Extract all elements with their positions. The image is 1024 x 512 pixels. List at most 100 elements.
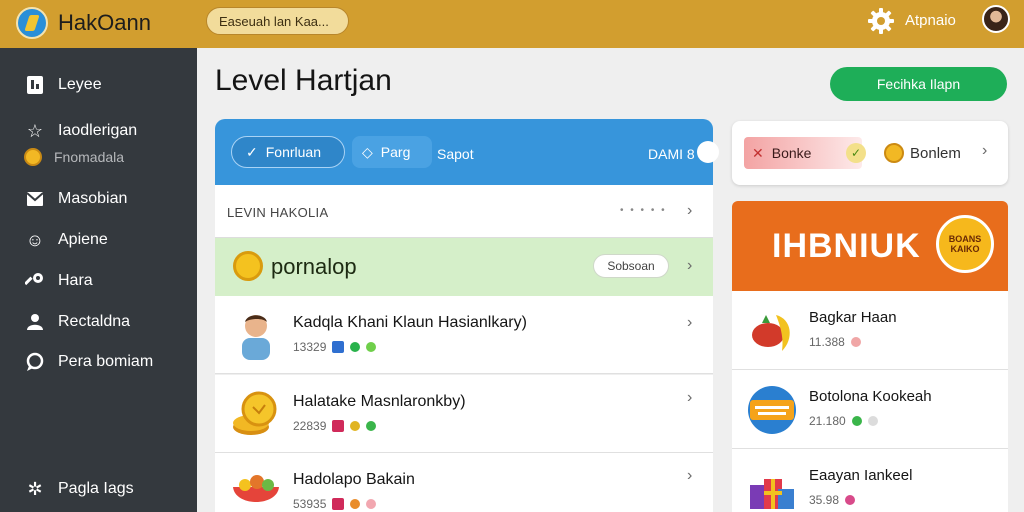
sidebar-item-label: Iaodlerigan [58, 122, 138, 139]
sidebar-item-label: Leyee [58, 76, 102, 93]
sidebar-item-apiene[interactable]: ☺ Apiene [24, 229, 108, 251]
bonus-badge-label: Bonke [771, 145, 812, 161]
list-header-dots: • • • • • [620, 205, 667, 216]
badge-icon [366, 499, 377, 509]
child-avatar-icon [242, 315, 270, 360]
tab-label: Parg [380, 144, 411, 160]
chevron-right-icon[interactable]: › [687, 314, 692, 332]
mail-icon [24, 188, 46, 210]
sidebar-subitem[interactable]: Fnomadala [24, 148, 124, 166]
list-item-title: Halatake Masnlaronkby) [293, 393, 466, 410]
sidebar-item-label: Pera bomiam [58, 353, 154, 370]
list-item-count: 53935 [293, 497, 327, 511]
user-name[interactable]: Atpnaio [905, 12, 956, 29]
badge-icon [366, 421, 377, 431]
sidebar-item-masobian[interactable]: Masobian [24, 188, 127, 210]
list-item-count: 13329 [293, 340, 327, 354]
user-icon [24, 311, 46, 333]
coin-stack-icon [233, 391, 277, 435]
list-item-count: 22839 [293, 419, 327, 433]
tab-label: Fonrluan [265, 144, 321, 160]
sidebar-item-label: Masobian [58, 190, 128, 207]
chevron-right-icon[interactable]: › [687, 467, 692, 485]
tab-sapot[interactable]: Sapot [437, 146, 474, 162]
badge-icon [350, 421, 361, 431]
list-item-meta: 11.388 [809, 335, 861, 349]
bonus-badge[interactable]: ✕ Bonke [744, 137, 862, 169]
banner-badge: BOANS KAIKO [936, 215, 994, 273]
sidebar-item-rectaldna[interactable]: Rectaldna [24, 311, 130, 333]
sidebar-footer-label: Pagla Iags [58, 480, 134, 497]
search-input[interactable]: Easeuah lan Kaa... [206, 7, 349, 35]
list-item-title: Kadqla Khani Klaun Hasianlkary) [293, 314, 527, 331]
badge-icon [350, 342, 361, 352]
tab-parg[interactable]: ◇ Parg [352, 136, 432, 168]
app-logo-icon[interactable] [16, 7, 48, 39]
sidebar-footer-item[interactable]: ✲ Pagla Iags [24, 478, 134, 500]
badge-icon [850, 337, 861, 347]
promo-row[interactable]: pornalop Sobsoan › [215, 238, 713, 296]
list-item[interactable]: Eaayan Iankeel 35.98 [732, 449, 1008, 512]
bonus-card[interactable]: ✕ Bonke ✓ Bonlem › [732, 121, 1008, 185]
list-item-meta: 13329 [293, 340, 377, 354]
primary-button[interactable]: Fecihka Ilapn [830, 67, 1007, 101]
bonus-label: Bonlem [910, 145, 961, 162]
sidebar-subitem-label: Fnomadala [54, 149, 125, 165]
list-item-meta: 22839 [293, 419, 377, 433]
gear-icon[interactable] [866, 6, 896, 36]
sidebar-item-label: Hara [58, 272, 93, 289]
promo-banner[interactable]: IHBNIUK BOANS KAIKO [732, 201, 1008, 291]
toggle-knob[interactable] [697, 141, 719, 163]
sidebar-item-pera-bomiam[interactable]: Pera bomiam [24, 351, 153, 373]
list-item-title: Hadolapo Bakain [293, 471, 415, 488]
food-bowl-icon [233, 475, 279, 502]
list-item-count: 11.388 [809, 335, 845, 349]
avatar[interactable] [982, 5, 1010, 33]
coin-icon [884, 143, 904, 163]
list-item[interactable]: Bagkar Haan 11.388 [732, 291, 1008, 370]
gift-icon: ✕ [752, 144, 764, 161]
list-item-title: Botolona Kookeah [809, 388, 932, 405]
promo-button[interactable]: Sobsoan [593, 254, 669, 278]
chevron-right-icon[interactable]: › [982, 142, 987, 160]
sidebar-item-label: Rectaldna [58, 313, 131, 330]
list-item-title: Eaayan Iankeel [809, 467, 913, 484]
badge-icon [332, 420, 345, 432]
tab-fonrluan[interactable]: ✓ Fonrluan [231, 136, 345, 168]
list-item[interactable]: Kadqla Khani Klaun Hasianlkary) 13329 › [215, 296, 713, 374]
badge-icon [350, 499, 361, 509]
list-item[interactable]: Hadolapo Bakain 53935 › [215, 453, 713, 512]
list-item-meta: 35.98 [809, 493, 856, 507]
sidebar-item-iaodlerigan[interactable]: ☆ Iaodlerigan [24, 120, 137, 142]
sidebar-item-leyee[interactable]: Leyee [24, 74, 102, 96]
tab-right-label[interactable]: DAMI 8 [648, 146, 695, 162]
check-icon: ✓ [846, 143, 866, 163]
coin-icon [233, 251, 263, 281]
chevron-right-icon[interactable]: › [687, 389, 692, 407]
sidebar-item-hara[interactable]: Hara [24, 270, 93, 292]
sidebar: Leyee ☆ Iaodlerigan Fnomadala Masobian ☺… [0, 48, 197, 512]
sidebar-item-label: Apiene [58, 231, 108, 248]
smile-icon: ☺ [25, 229, 45, 250]
banner-title: IHBNIUK [772, 227, 921, 265]
list-header-label: LEVIN HAKOLIA [227, 205, 329, 220]
list-header[interactable]: LEVIN HAKOLIA • • • • • › [215, 185, 713, 238]
chevron-right-icon[interactable]: › [687, 202, 692, 220]
list-item-count: 21.180 [809, 414, 846, 428]
key-icon [24, 270, 46, 292]
list-item[interactable]: Halatake Masnlaronkby) 22839 › [215, 375, 713, 453]
promo-label: pornalop [271, 254, 357, 279]
chevron-right-icon[interactable]: › [687, 257, 692, 275]
list-item[interactable]: Botolona Kookeah 21.180 [732, 370, 1008, 449]
star-icon: ☆ [26, 120, 44, 141]
document-icon [24, 74, 46, 96]
fruit-basket-icon [752, 315, 790, 351]
list-item-title: Bagkar Haan [809, 309, 897, 326]
coin-icon [24, 148, 42, 166]
badge-icon [332, 341, 345, 353]
app-title: HakOann [58, 10, 151, 35]
list-item-count: 35.98 [809, 493, 840, 507]
gift-boxes-icon [750, 479, 794, 509]
badge-icon [845, 495, 856, 505]
tab-bar: ✓ Fonrluan ◇ Parg Sapot DAMI 8 [215, 119, 719, 185]
